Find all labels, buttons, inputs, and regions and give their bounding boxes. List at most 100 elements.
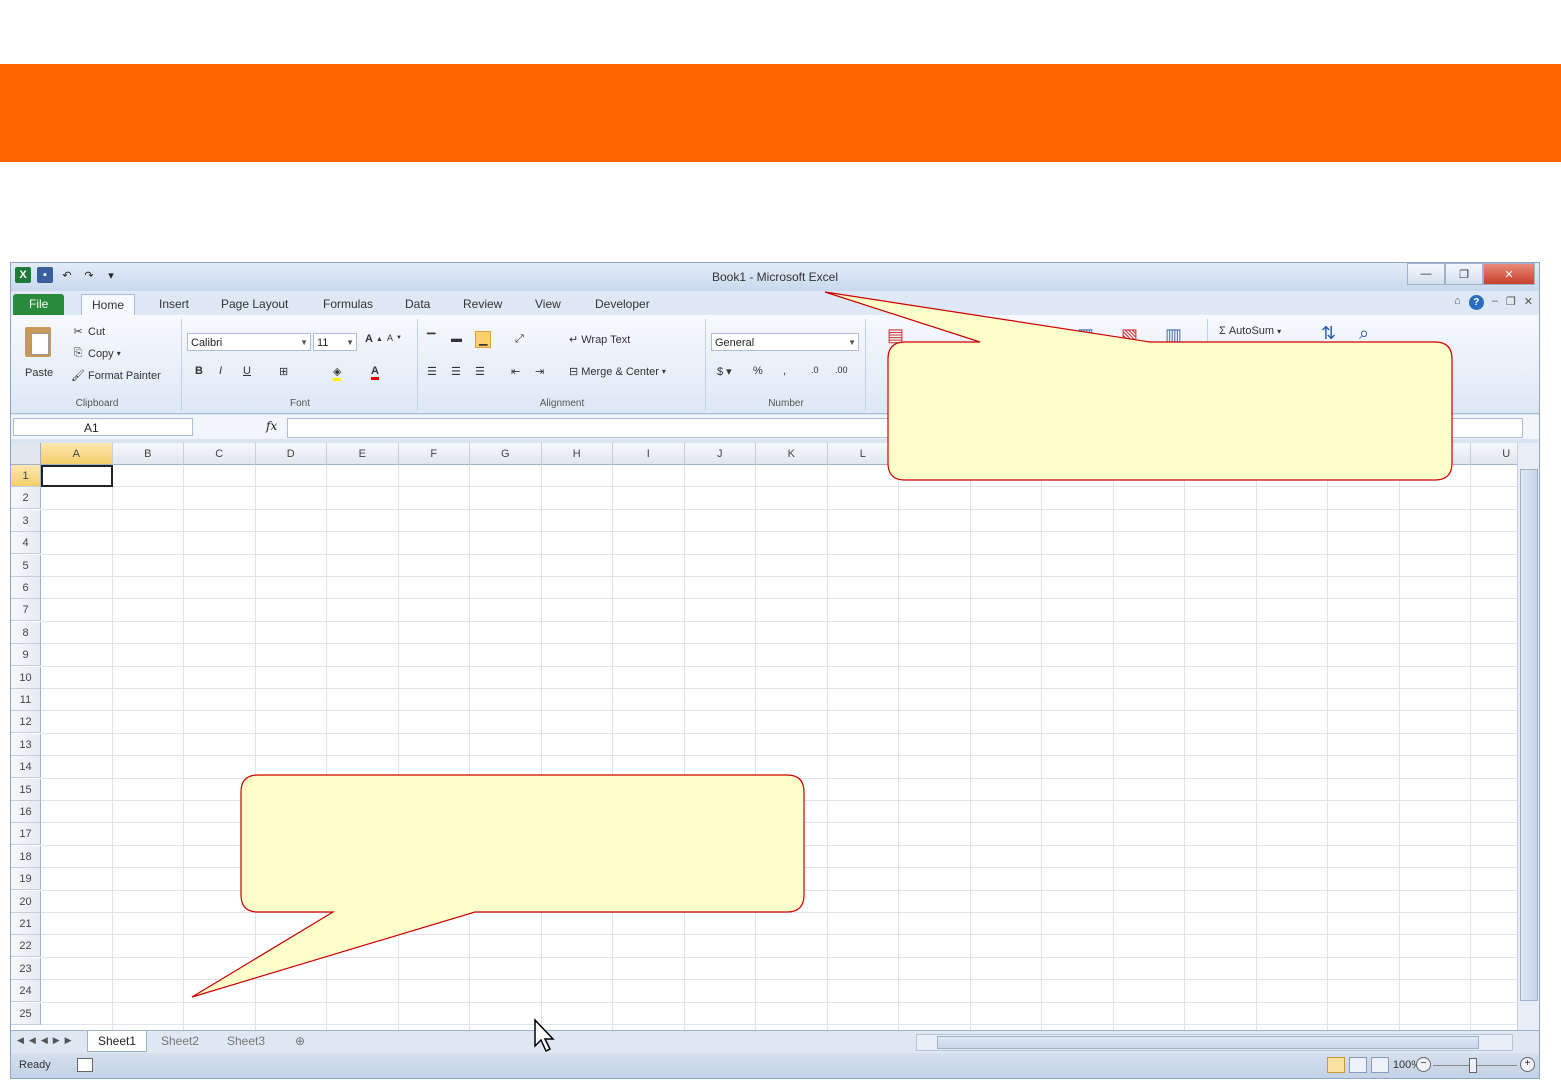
- middle-align-button[interactable]: ▬: [451, 333, 462, 345]
- formula-input[interactable]: [287, 418, 1523, 438]
- row-header[interactable]: 12: [11, 711, 41, 734]
- align-center-button[interactable]: ☰: [451, 365, 461, 378]
- find-select-icon[interactable]: ⌕: [1359, 323, 1369, 344]
- column-header[interactable]: N: [970, 443, 1042, 465]
- column-header[interactable]: C: [184, 443, 256, 465]
- row-header[interactable]: 16: [11, 801, 41, 823]
- minimize-button[interactable]: —: [1407, 263, 1445, 285]
- sheet-nav-arrows[interactable]: ◀◀◀▶▶: [17, 1035, 77, 1046]
- row-header[interactable]: 17: [11, 823, 41, 846]
- column-header[interactable]: P: [1113, 443, 1185, 465]
- sheet-tab-2[interactable]: Sheet2: [151, 1031, 209, 1051]
- row-header[interactable]: 2: [11, 487, 41, 510]
- row-header[interactable]: 5: [11, 554, 41, 577]
- increase-indent-button[interactable]: ⇥: [535, 365, 544, 378]
- tab-insert[interactable]: Insert: [149, 294, 199, 315]
- page-break-view-button[interactable]: [1371, 1057, 1389, 1073]
- tab-file[interactable]: File: [13, 294, 65, 315]
- row-header[interactable]: 10: [11, 666, 41, 689]
- row-header[interactable]: 15: [11, 778, 41, 801]
- row-header[interactable]: 8: [11, 621, 41, 644]
- percent-button[interactable]: %: [753, 365, 763, 377]
- column-header[interactable]: D: [255, 443, 327, 465]
- orientation-button[interactable]: ⤢: [515, 333, 524, 346]
- column-header[interactable]: S: [1328, 443, 1400, 465]
- tab-home[interactable]: Home: [81, 294, 136, 316]
- bottom-align-button[interactable]: ▁: [475, 331, 492, 348]
- column-header[interactable]: U: [1471, 443, 1517, 465]
- column-header[interactable]: I: [613, 443, 685, 465]
- grow-font-button[interactable]: A ▲: [365, 333, 383, 345]
- tab-page-layout[interactable]: Page Layout: [211, 294, 298, 315]
- underline-button[interactable]: U: [243, 365, 251, 377]
- row-header[interactable]: 3: [11, 509, 41, 532]
- tab-view[interactable]: View: [525, 294, 571, 315]
- column-header[interactable]: G: [470, 443, 542, 465]
- column-header[interactable]: Q: [1185, 443, 1257, 465]
- column-header[interactable]: B: [112, 443, 184, 465]
- italic-button[interactable]: I: [219, 365, 222, 377]
- vertical-scrollbar[interactable]: [1517, 443, 1539, 1030]
- tab-data[interactable]: Data: [395, 294, 440, 315]
- active-cell[interactable]: [41, 465, 113, 487]
- help-icon[interactable]: ?: [1468, 295, 1484, 310]
- row-header[interactable]: 25: [11, 1002, 41, 1025]
- format-cells-icon[interactable]: ▥: [1165, 325, 1182, 346]
- insert-function-icon[interactable]: fx: [266, 419, 277, 433]
- cut-button[interactable]: ✂ Cut: [71, 325, 105, 339]
- paste-button[interactable]: Paste: [25, 367, 53, 379]
- column-header[interactable]: A: [41, 443, 113, 465]
- tab-review[interactable]: Review: [453, 294, 512, 315]
- font-size-select[interactable]: 11 ▼: [313, 333, 357, 351]
- comma-button[interactable]: ,: [783, 365, 786, 377]
- sheet-tab-3[interactable]: Sheet3: [217, 1031, 275, 1051]
- normal-view-button[interactable]: [1327, 1057, 1345, 1073]
- macro-record-icon[interactable]: [77, 1058, 93, 1072]
- merge-center-button[interactable]: ⊟ Merge & Center ▾: [569, 365, 666, 379]
- sort-filter-icon[interactable]: ⇅: [1321, 323, 1336, 344]
- worksheet-grid[interactable]: A B C D E F G H I J K L M N O P Q R S T U 1 2 3 4 5 6 7 8 9 10 11 12 13 14…: [11, 443, 1517, 1030]
- row-header[interactable]: 4: [11, 532, 41, 555]
- font-name-select[interactable]: Calibri ▼: [187, 333, 311, 351]
- row-header[interactable]: 1: [11, 465, 41, 487]
- tab-developer[interactable]: Developer: [585, 294, 660, 315]
- vertical-scroll-thumb[interactable]: [1520, 469, 1538, 1001]
- column-header[interactable]: K: [756, 443, 828, 465]
- close-button[interactable]: ✕: [1483, 263, 1535, 285]
- column-header[interactable]: J: [684, 443, 756, 465]
- row-header[interactable]: 23: [11, 957, 41, 980]
- column-header[interactable]: H: [541, 443, 613, 465]
- font-color-button[interactable]: A: [371, 365, 379, 380]
- insert-sheet-icon[interactable]: ⊕: [285, 1031, 315, 1051]
- column-header[interactable]: R: [1256, 443, 1328, 465]
- top-align-button[interactable]: ▔: [427, 333, 435, 346]
- restore-button[interactable]: ❐: [1445, 263, 1483, 285]
- row-header[interactable]: 21: [11, 913, 41, 935]
- minimize-ribbon-icon[interactable]: ⌂: [1454, 295, 1461, 310]
- column-header[interactable]: F: [398, 443, 470, 465]
- decrease-indent-button[interactable]: ⇤: [511, 365, 520, 378]
- row-header[interactable]: 18: [11, 845, 41, 868]
- page-layout-view-button[interactable]: [1349, 1057, 1367, 1073]
- borders-button[interactable]: ⊞: [279, 365, 288, 378]
- column-header[interactable]: L: [827, 443, 899, 465]
- number-format-select[interactable]: General ▼: [711, 333, 859, 351]
- doc-minimize-icon[interactable]: –: [1492, 295, 1498, 310]
- column-header[interactable]: M: [899, 443, 971, 465]
- column-header[interactable]: T: [1399, 443, 1471, 465]
- row-header[interactable]: 7: [11, 599, 41, 622]
- decrease-decimal-button[interactable]: .00: [835, 365, 848, 375]
- conditional-formatting-icon[interactable]: ▤: [887, 325, 904, 346]
- copy-button[interactable]: ⎘ Copy ▾: [71, 347, 121, 360]
- row-header[interactable]: 14: [11, 756, 41, 779]
- insert-cells-icon[interactable]: ▦: [1077, 325, 1094, 346]
- sheet-tab-1[interactable]: Sheet1: [87, 1031, 148, 1052]
- horizontal-scrollbar[interactable]: [916, 1034, 1513, 1051]
- align-right-button[interactable]: ☰: [475, 365, 485, 378]
- fill-color-button[interactable]: ◈: [333, 365, 342, 381]
- shrink-font-button[interactable]: A ▼: [387, 333, 402, 343]
- row-header[interactable]: 6: [11, 577, 41, 599]
- column-header[interactable]: E: [327, 443, 399, 465]
- select-all-corner[interactable]: [11, 443, 41, 465]
- horizontal-scroll-thumb[interactable]: [937, 1036, 1479, 1049]
